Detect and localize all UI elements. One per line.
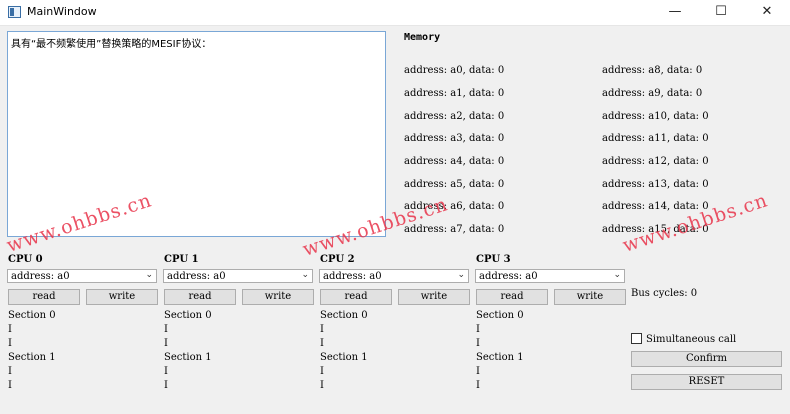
cpu-0-address-select[interactable]: address: a0 ⌄ xyxy=(7,269,157,283)
output-text-area[interactable]: 具有“最不频繁使用”替换策略的MESIF协议： xyxy=(7,31,386,237)
cpu-3-read-button[interactable]: read xyxy=(476,289,548,305)
cpu-0-section-1-line-2: I xyxy=(8,380,12,391)
confirm-button[interactable]: Confirm xyxy=(631,351,782,367)
cpu-1-section-1-line-2: I xyxy=(164,380,168,391)
cpu-3-section-1-line-1: I xyxy=(476,366,480,377)
memory-entry: address: a10, data: 0 xyxy=(602,111,709,122)
memory-entry: address: a14, data: 0 xyxy=(602,201,709,212)
memory-entry: address: a7, data: 0 xyxy=(404,224,505,235)
cpu-2-section-0-line-2: I xyxy=(320,338,324,349)
memory-entry: address: a12, data: 0 xyxy=(602,156,709,167)
cpu-2-section-1-line-1: I xyxy=(320,366,324,377)
cpu-3-address-value: address: a0 xyxy=(479,271,538,282)
simultaneous-call-checkbox[interactable] xyxy=(631,333,642,344)
cpu-2-read-button[interactable]: read xyxy=(320,289,392,305)
cpu-3-section-1-line-2: I xyxy=(476,380,480,391)
cpu-0-address-value: address: a0 xyxy=(11,271,70,282)
memory-entry: address: a13, data: 0 xyxy=(602,179,709,190)
cpu-3-title: CPU 3 xyxy=(476,254,511,265)
cpu-1-section-0-line-2: I xyxy=(164,338,168,349)
memory-entry: address: a4, data: 0 xyxy=(404,156,505,167)
memory-entry: address: a2, data: 0 xyxy=(404,111,505,122)
chevron-down-icon: ⌄ xyxy=(613,270,621,280)
cpu-1-section-0-line-1: I xyxy=(164,324,168,335)
reset-button[interactable]: RESET xyxy=(631,374,782,390)
memory-entry: address: a1, data: 0 xyxy=(404,88,505,99)
cpu-0-write-button[interactable]: write xyxy=(86,289,158,305)
cpu-1-address-select[interactable]: address: a0 ⌄ xyxy=(163,269,313,283)
memory-title: Memory xyxy=(404,32,441,43)
cpu-0-section-0-line-1: I xyxy=(8,324,12,335)
minimize-button[interactable]: — xyxy=(652,0,698,25)
memory-entry: address: a11, data: 0 xyxy=(602,133,709,144)
memory-entry: address: a3, data: 0 xyxy=(404,133,505,144)
cpu-2-title: CPU 2 xyxy=(320,254,355,265)
cpu-3-section-0-label: Section 0 xyxy=(476,310,524,321)
cpu-2-write-button[interactable]: write xyxy=(398,289,470,305)
cpu-1-address-value: address: a0 xyxy=(167,271,226,282)
cpu-2-address-select[interactable]: address: a0 ⌄ xyxy=(319,269,469,283)
title-bar: MainWindow — ☐ ✕ xyxy=(0,0,790,26)
cpu-2-section-0-line-1: I xyxy=(320,324,324,335)
cpu-0-section-0-label: Section 0 xyxy=(8,310,56,321)
chevron-down-icon: ⌄ xyxy=(457,270,465,280)
cpu-3-section-0-line-2: I xyxy=(476,338,480,349)
window-title: MainWindow xyxy=(27,5,97,18)
cpu-0-section-1-line-1: I xyxy=(8,366,12,377)
cpu-3-write-button[interactable]: write xyxy=(554,289,626,305)
memory-entry: address: a0, data: 0 xyxy=(404,65,505,76)
memory-entry: address: a8, data: 0 xyxy=(602,65,703,76)
cpu-1-section-1-label: Section 1 xyxy=(164,352,212,363)
cpu-2-address-value: address: a0 xyxy=(323,271,382,282)
chevron-down-icon: ⌄ xyxy=(301,270,309,280)
cpu-0-section-1-label: Section 1 xyxy=(8,352,56,363)
cpu-1-title: CPU 1 xyxy=(164,254,199,265)
output-text: 具有“最不频繁使用”替换策略的MESIF协议： xyxy=(11,39,212,50)
cpu-1-read-button[interactable]: read xyxy=(164,289,236,305)
cpu-2-section-0-label: Section 0 xyxy=(320,310,368,321)
cpu-1-section-0-label: Section 0 xyxy=(164,310,212,321)
close-button[interactable]: ✕ xyxy=(744,0,790,25)
simultaneous-call-label[interactable]: Simultaneous call xyxy=(646,334,736,345)
memory-entry: address: a5, data: 0 xyxy=(404,179,505,190)
cpu-2-section-1-line-2: I xyxy=(320,380,324,391)
chevron-down-icon: ⌄ xyxy=(145,270,153,280)
cpu-3-section-1-label: Section 1 xyxy=(476,352,524,363)
cpu-0-section-0-line-2: I xyxy=(8,338,12,349)
cpu-3-address-select[interactable]: address: a0 ⌄ xyxy=(475,269,625,283)
cpu-1-write-button[interactable]: write xyxy=(242,289,314,305)
cpu-3-section-0-line-1: I xyxy=(476,324,480,335)
cpu-0-read-button[interactable]: read xyxy=(8,289,80,305)
memory-entry: address: a9, data: 0 xyxy=(602,88,703,99)
app-window-icon xyxy=(8,6,21,18)
cpu-2-section-1-label: Section 1 xyxy=(320,352,368,363)
cpu-1-section-1-line-1: I xyxy=(164,366,168,377)
bus-cycles-label: Bus cycles: 0 xyxy=(631,288,698,299)
maximize-button[interactable]: ☐ xyxy=(698,0,744,25)
